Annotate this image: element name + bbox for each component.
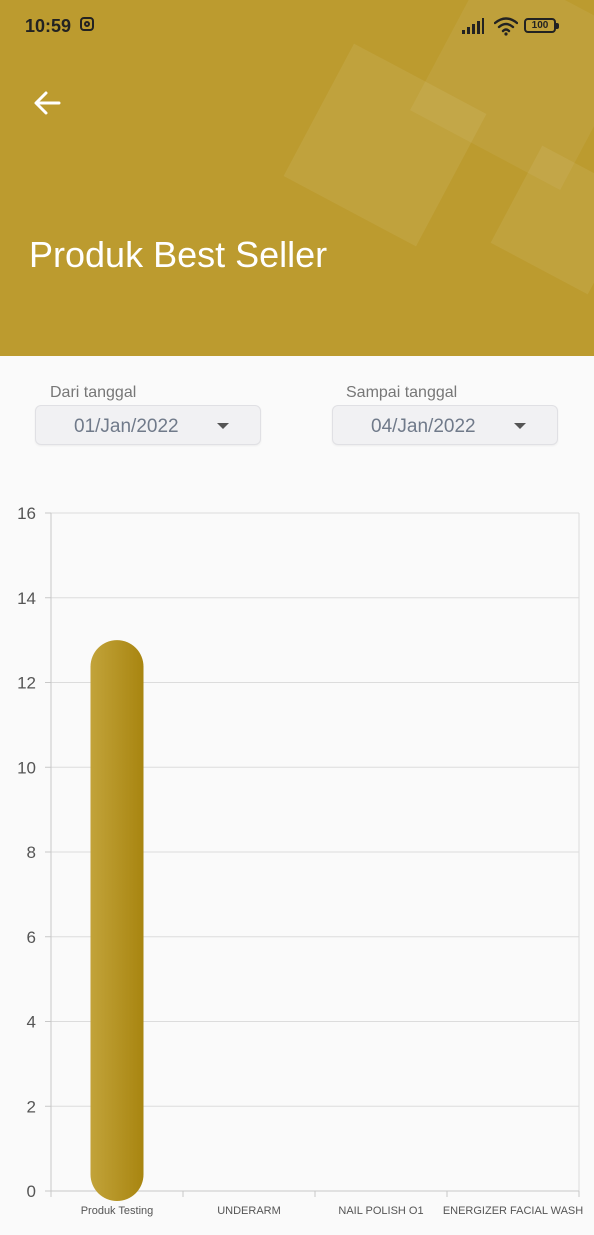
page-title: Produk Best Seller	[29, 234, 328, 275]
battery-icon: 100	[524, 18, 559, 33]
y-tick-label: 10	[17, 758, 36, 777]
arrow-left-icon	[34, 91, 61, 115]
signal-icon	[462, 18, 484, 34]
y-tick-label: 0	[27, 1182, 36, 1201]
status-bar: 10:59 100	[0, 0, 594, 52]
wifi-icon	[494, 17, 518, 36]
to-date-dropdown[interactable]: 04/Jan/2022	[332, 405, 558, 445]
y-tick-label: 6	[27, 928, 36, 947]
to-date-label: Sampai tanggal	[346, 384, 458, 401]
x-tick-label: Produk Testing	[81, 1205, 154, 1217]
y-tick-label: 8	[27, 843, 36, 862]
to-date-value: 04/Jan/2022	[371, 416, 476, 437]
y-tick-label: 4	[27, 1013, 36, 1032]
x-tick-label: ENERGIZER FACIAL WASH	[443, 1205, 583, 1217]
y-tick-label: 16	[17, 504, 36, 523]
x-tick-label: UNDERARM	[217, 1205, 281, 1217]
best-seller-chart: 0 2 4 6 8 10 12 14 16 Produk Testing UNDERARM NAIL …	[0, 500, 594, 1230]
back-button[interactable]	[30, 86, 64, 120]
from-date-label: Dari tanggal	[50, 384, 137, 401]
x-tick-label: NAIL POLISH O1	[338, 1205, 423, 1217]
from-date-value: 01/Jan/2022	[74, 416, 179, 437]
y-tick-label: 2	[27, 1097, 36, 1116]
status-time: 10:59	[25, 16, 72, 36]
chevron-down-icon	[514, 423, 526, 429]
instagram-icon	[80, 17, 94, 31]
chevron-down-icon	[217, 423, 229, 429]
app-header: 10:59 100 Produk Best Seller	[0, 0, 594, 356]
bar-chart: 0 2 4 6 8 10 12 14 16 Produk Testing UNDERARM NAIL …	[17, 504, 583, 1217]
y-tick-label: 12	[17, 674, 36, 693]
header-decoration	[490, 145, 594, 295]
bar	[90, 640, 144, 1201]
from-date-dropdown[interactable]: 01/Jan/2022	[35, 405, 261, 445]
y-tick-label: 14	[17, 589, 36, 608]
